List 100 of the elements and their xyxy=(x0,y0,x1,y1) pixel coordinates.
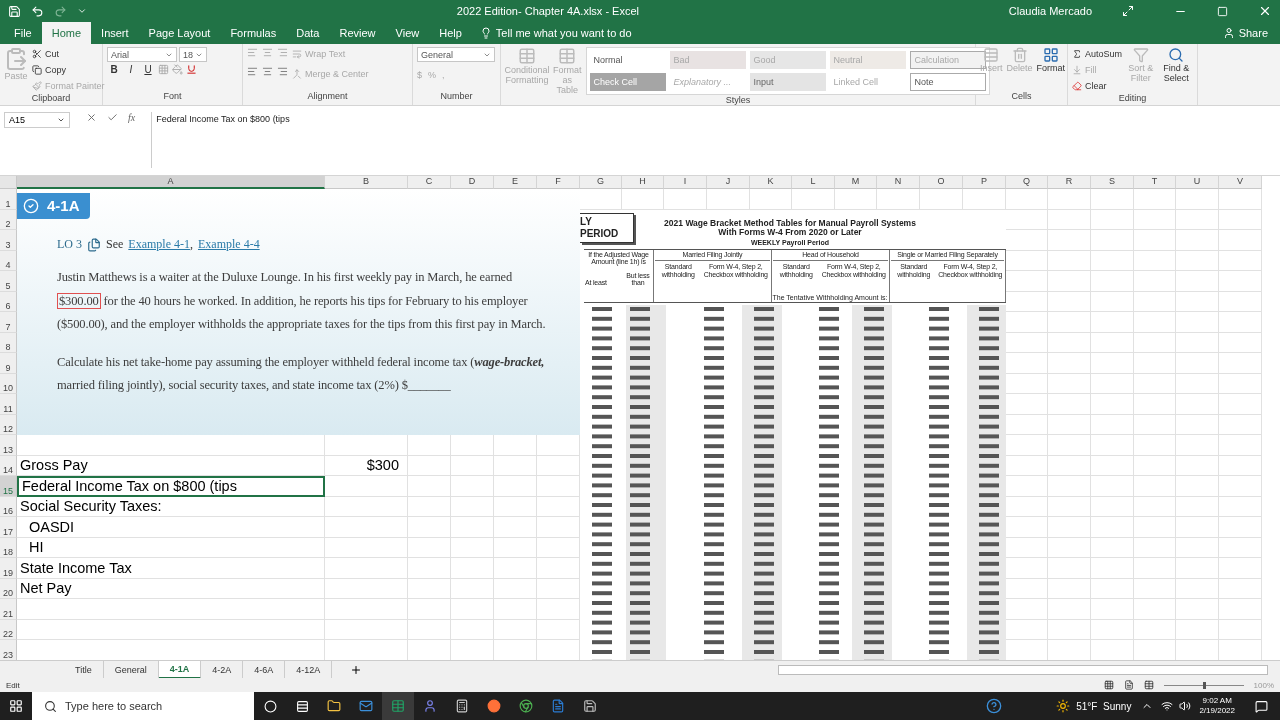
cell[interactable]: Net Pay xyxy=(17,578,325,599)
empty-cell[interactable] xyxy=(1176,394,1219,415)
empty-cell[interactable] xyxy=(1134,209,1176,230)
weather-icon[interactable] xyxy=(1056,699,1071,713)
find-select-button[interactable]: Find & Select xyxy=(1159,47,1193,93)
empty-cell[interactable] xyxy=(1176,230,1219,251)
empty-cell[interactable] xyxy=(1219,619,1262,640)
column-header[interactable]: K xyxy=(750,176,792,189)
redo-icon[interactable] xyxy=(54,4,67,18)
row-header[interactable]: 19 xyxy=(0,558,17,579)
empty-cell[interactable] xyxy=(1048,496,1091,517)
empty-cell[interactable] xyxy=(1219,578,1262,599)
empty-cell[interactable] xyxy=(622,189,664,210)
empty-cell[interactable] xyxy=(1219,332,1262,353)
empty-cell[interactable] xyxy=(707,189,750,210)
empty-cell[interactable] xyxy=(1134,373,1176,394)
column-header[interactable]: S xyxy=(1091,176,1134,189)
empty-cell[interactable] xyxy=(1091,619,1134,640)
empty-cell[interactable] xyxy=(408,476,451,497)
empty-cell[interactable] xyxy=(1176,496,1219,517)
empty-cell[interactable] xyxy=(494,619,537,640)
empty-cell[interactable] xyxy=(1219,271,1262,292)
ribbon-tab[interactable]: Page Layout xyxy=(138,22,221,44)
column-header[interactable]: U xyxy=(1176,176,1219,189)
empty-cell[interactable] xyxy=(1091,312,1134,333)
column-header[interactable]: B xyxy=(325,176,408,189)
cell[interactable]: Social Security Taxes: xyxy=(17,496,325,517)
underline-button[interactable]: U xyxy=(141,64,155,75)
align-top-icon[interactable] xyxy=(247,47,258,58)
empty-cell[interactable] xyxy=(1134,496,1176,517)
align-middle-icon[interactable] xyxy=(262,47,273,58)
empty-cell[interactable] xyxy=(494,558,537,579)
empty-cell[interactable] xyxy=(1176,517,1219,538)
cell[interactable]: HI xyxy=(17,537,325,558)
empty-cell[interactable] xyxy=(1006,271,1048,292)
copy-button[interactable]: Copy xyxy=(32,63,105,77)
empty-cell[interactable] xyxy=(408,558,451,579)
row-header[interactable]: 18 xyxy=(0,537,17,558)
column-header[interactable]: O xyxy=(920,176,963,189)
column-header[interactable]: C xyxy=(408,176,451,189)
empty-cell[interactable] xyxy=(494,476,537,497)
cell-style[interactable]: Input xyxy=(749,73,826,91)
empty-cell[interactable] xyxy=(408,619,451,640)
empty-cell[interactable] xyxy=(1048,476,1091,497)
empty-cell[interactable] xyxy=(451,496,494,517)
notifications-icon[interactable] xyxy=(1255,699,1268,713)
page-break-icon[interactable] xyxy=(1143,680,1154,690)
empty-cell[interactable] xyxy=(494,578,537,599)
empty-cell[interactable] xyxy=(1048,373,1091,394)
empty-cell[interactable] xyxy=(920,189,963,210)
empty-cell[interactable] xyxy=(1134,537,1176,558)
align-bottom-icon[interactable] xyxy=(277,47,288,58)
empty-cell[interactable] xyxy=(1134,332,1176,353)
font-name-field[interactable]: Arial xyxy=(107,47,177,62)
empty-cell[interactable] xyxy=(1219,517,1262,538)
italic-button[interactable]: I xyxy=(124,64,138,75)
cancel-icon[interactable] xyxy=(86,112,97,123)
empty-cell[interactable] xyxy=(1134,230,1176,251)
column-header[interactable]: P xyxy=(963,176,1006,189)
empty-cell[interactable] xyxy=(1048,599,1091,620)
empty-cell[interactable] xyxy=(408,578,451,599)
empty-cell[interactable] xyxy=(1048,414,1091,435)
empty-cell[interactable] xyxy=(1219,230,1262,251)
cell[interactable]: $300 xyxy=(325,455,408,476)
empty-cell[interactable] xyxy=(1048,435,1091,456)
empty-cell[interactable] xyxy=(1091,517,1134,538)
empty-cell[interactable] xyxy=(1219,394,1262,415)
row-header[interactable]: 4 xyxy=(0,250,17,271)
column-header[interactable]: D xyxy=(451,176,494,189)
empty-cell[interactable] xyxy=(1134,455,1176,476)
empty-cell[interactable] xyxy=(1219,496,1262,517)
cell[interactable]: Federal Income Tax on $800 (tips xyxy=(17,476,325,497)
enter-icon[interactable] xyxy=(107,112,118,123)
cell[interactable]: Gross Pay xyxy=(17,455,325,476)
empty-cell[interactable] xyxy=(1048,209,1091,230)
empty-cell[interactable] xyxy=(494,599,537,620)
empty-cell[interactable] xyxy=(408,496,451,517)
cell-style[interactable]: Note xyxy=(909,73,986,91)
empty-cell[interactable] xyxy=(325,578,408,599)
row-header[interactable]: 23 xyxy=(0,640,17,660)
empty-cell[interactable] xyxy=(1048,537,1091,558)
empty-cell[interactable] xyxy=(325,599,408,620)
ribbon-tab[interactable]: Data xyxy=(286,22,330,44)
empty-cell[interactable] xyxy=(1134,394,1176,415)
empty-cell[interactable] xyxy=(1219,312,1262,333)
font-size-field[interactable]: 18 xyxy=(179,47,207,62)
empty-cell[interactable] xyxy=(1091,496,1134,517)
empty-cell[interactable] xyxy=(325,476,408,497)
sheet-tab[interactable]: 4-1A xyxy=(158,660,202,679)
empty-cell[interactable] xyxy=(1219,353,1262,374)
column-header[interactable]: A xyxy=(17,176,325,189)
empty-cell[interactable] xyxy=(1006,250,1048,271)
empty-cell[interactable] xyxy=(1091,291,1134,312)
bold-button[interactable]: B xyxy=(107,64,121,75)
insert-function-button[interactable]: fx xyxy=(128,112,136,123)
empty-cell[interactable] xyxy=(325,537,408,558)
empty-cell[interactable] xyxy=(451,476,494,497)
weather-text[interactable]: 51°F Sunny xyxy=(1076,700,1132,712)
empty-cell[interactable] xyxy=(451,578,494,599)
ribbon-tab[interactable]: File xyxy=(4,22,42,44)
